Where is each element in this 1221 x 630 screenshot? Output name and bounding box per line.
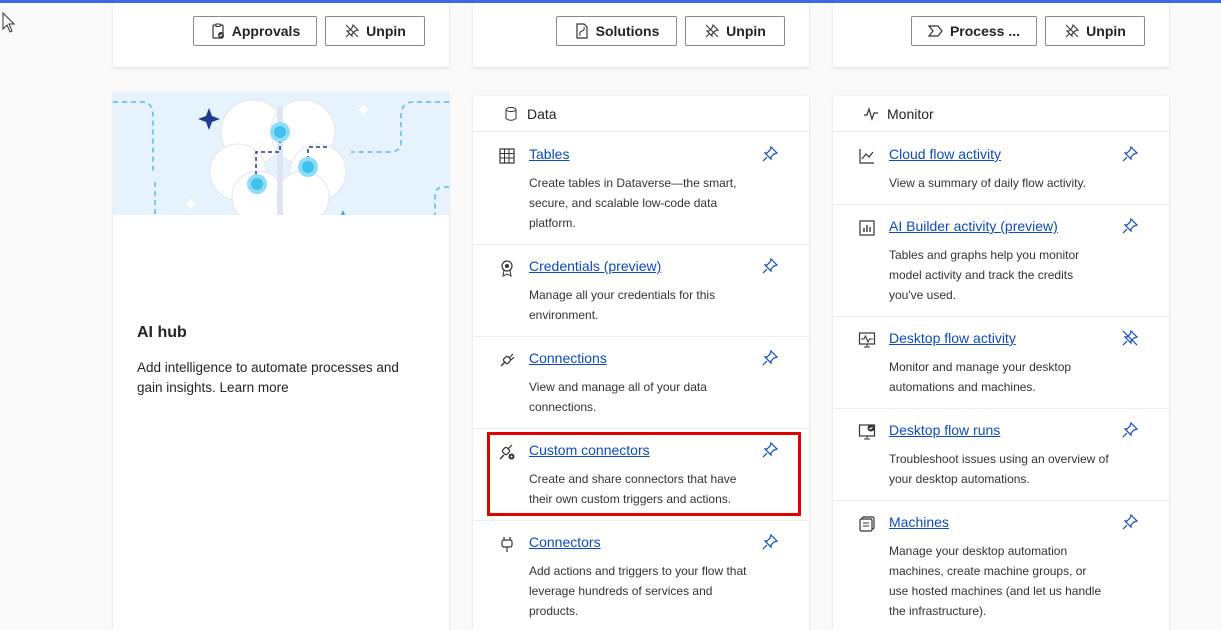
item-description: View a summary of daily flow activity. — [889, 176, 1086, 190]
table-icon — [499, 148, 515, 164]
pin-icon[interactable] — [1121, 421, 1139, 439]
unpin-label: Unpin — [366, 23, 406, 39]
pin-icon[interactable] — [761, 257, 779, 275]
mouse-cursor-icon — [2, 12, 16, 33]
monitor-item-desktop-flow-activity: Desktop flow activity Monitor and manage… — [833, 317, 1169, 409]
unpin-process-button[interactable]: Unpin — [1045, 16, 1145, 46]
process-card: Process ... Unpin — [833, 3, 1169, 67]
monitor-card-title: Monitor — [887, 105, 934, 122]
ai-hub-title: AI hub — [137, 324, 187, 341]
desktop-flow-runs-link[interactable]: Desktop flow runs — [889, 422, 1000, 438]
desktop-flow-activity-link[interactable]: Desktop flow activity — [889, 330, 1016, 346]
data-card-header: Data — [473, 96, 809, 132]
ai-hub-card[interactable]: AI hub Add intelligence to automate proc… — [113, 92, 449, 630]
plug-icon — [500, 353, 515, 367]
approvals-card: Approvals Unpin — [113, 3, 449, 67]
unpin-approvals-button[interactable]: Unpin — [325, 16, 425, 46]
item-description: Manage your desktop automation machines,… — [889, 544, 1102, 618]
cloud-flow-activity-link[interactable]: Cloud flow activity — [889, 146, 1001, 162]
process-mining-icon — [927, 25, 943, 37]
connector-icon — [501, 537, 513, 552]
item-description: Create tables in Dataverse—the smart, se… — [529, 176, 737, 230]
brain-illustration-icon — [113, 99, 449, 215]
clipboard-check-icon — [212, 23, 224, 39]
desktop-check-icon — [858, 424, 876, 440]
solutions-document-icon — [576, 23, 588, 39]
tables-link[interactable]: Tables — [529, 146, 569, 162]
pulse-icon — [864, 106, 878, 121]
desktop-pulse-icon — [858, 332, 876, 348]
monitor-item-ai-builder-activity: AI Builder activity (preview) Tables and… — [833, 205, 1169, 317]
item-description: View and manage all of your data connect… — [529, 380, 707, 414]
item-description: Add actions and triggers to your flow th… — [529, 564, 747, 618]
data-card-title: Data — [527, 105, 557, 122]
solutions-button-label: Solutions — [595, 23, 660, 39]
pin-icon[interactable] — [761, 349, 779, 367]
database-icon — [505, 106, 517, 121]
monitor-item-cloud-flow-activity: Cloud flow activity View a summary of da… — [833, 133, 1169, 205]
connectors-link[interactable]: Connectors — [529, 534, 601, 550]
data-item-connectors: Connectors Add actions and triggers to y… — [473, 521, 809, 630]
monitor-item-machines: Machines Manage your desktop automation … — [833, 501, 1169, 630]
data-card: Data Tables Create tables in Dataverse—t… — [473, 96, 809, 630]
data-item-connections: Connections View and manage all of your … — [473, 337, 809, 429]
process-button[interactable]: Process ... — [911, 16, 1037, 46]
data-item-tables: Tables Create tables in Dataverse—the sm… — [473, 133, 809, 245]
unpin-icon[interactable] — [1121, 329, 1139, 347]
monitor-item-desktop-flow-runs: Desktop flow runs Troubleshoot issues us… — [833, 409, 1169, 501]
pin-icon[interactable] — [1121, 513, 1139, 531]
connections-link[interactable]: Connections — [529, 350, 607, 366]
unpin-icon — [1065, 23, 1080, 38]
unpin-label: Unpin — [726, 23, 766, 39]
line-chart-icon — [859, 149, 874, 164]
bar-chart-icon — [859, 220, 875, 236]
data-item-credentials: Credentials (preview) Manage all your cr… — [473, 245, 809, 337]
unpin-icon — [705, 23, 720, 38]
process-button-label: Process ... — [949, 23, 1021, 39]
item-description: Monitor and manage your desktop automati… — [889, 360, 1072, 394]
approvals-button[interactable]: Approvals — [193, 16, 317, 46]
unpin-solutions-button[interactable]: Unpin — [685, 16, 785, 46]
machines-link[interactable]: Machines — [889, 514, 949, 530]
pin-icon[interactable] — [1121, 145, 1139, 163]
item-description: Troubleshoot issues using an overview of… — [889, 452, 1109, 486]
item-description: Manage all your credentials for this env… — [529, 288, 716, 322]
highlight-box — [487, 432, 801, 516]
credential-badge-icon — [501, 260, 513, 277]
ai-hub-description: Add intelligence to automate processes a… — [137, 360, 399, 395]
unpin-icon — [345, 23, 360, 38]
credentials-link[interactable]: Credentials (preview) — [529, 258, 661, 274]
machines-icon — [859, 516, 875, 532]
ai-builder-activity-link[interactable]: AI Builder activity (preview) — [889, 218, 1058, 234]
item-description: Tables and graphs help you monitor model… — [889, 248, 1080, 302]
approvals-button-label: Approvals — [231, 23, 301, 39]
solutions-button[interactable]: Solutions — [556, 16, 677, 46]
pin-icon[interactable] — [1121, 217, 1139, 235]
ai-hub-banner — [113, 92, 449, 215]
unpin-label: Unpin — [1086, 23, 1126, 39]
solutions-card: Solutions Unpin — [473, 3, 809, 67]
pin-icon[interactable] — [761, 533, 779, 551]
monitor-card-header: Monitor — [833, 96, 1169, 132]
monitor-card: Monitor Cloud flow activity View a summa… — [833, 96, 1169, 630]
pin-icon[interactable] — [761, 145, 779, 163]
